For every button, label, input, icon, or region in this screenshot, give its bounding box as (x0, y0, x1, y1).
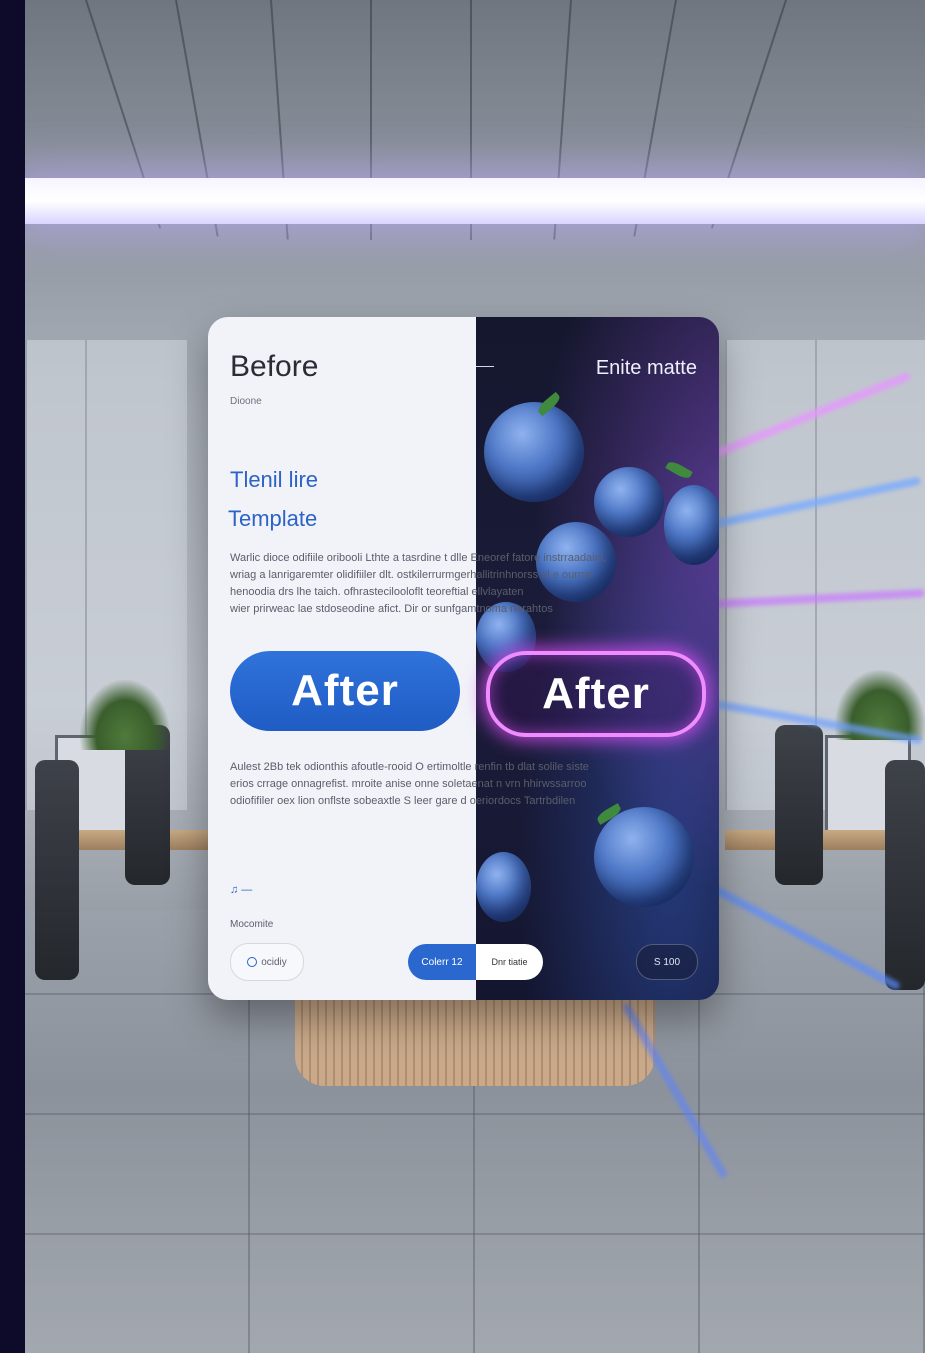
after-button-neon[interactable]: After (486, 651, 706, 737)
chair (775, 725, 823, 885)
paragraph-line: wier prirweac lae stdoseodine afict. Dir… (230, 603, 553, 615)
leaf-image (665, 459, 693, 481)
pedestal (295, 990, 655, 1086)
outline-option-label: ocidiy (261, 956, 287, 968)
after-title: Enite matte (595, 357, 697, 379)
outline-option-button[interactable]: ocidiy (230, 943, 304, 981)
before-subtitle: Dioone (230, 396, 262, 407)
template-heading-line2: Template (228, 506, 318, 531)
paragraph-line: Aulest 2Bb tek odionthis afoutle-rooid O… (230, 761, 589, 773)
blueberry-image (594, 807, 694, 907)
plant (80, 680, 170, 750)
secondary-paragraph: Aulest 2Bb tek odionthis afoutle-rooid O… (230, 759, 690, 810)
paragraph-line: Warlic dioce odifiile oribooli Lthte a t… (230, 552, 607, 564)
before-title: Before (230, 350, 319, 383)
ceiling-light (25, 178, 925, 224)
after-button-flat[interactable]: After (230, 651, 460, 731)
title-divider (476, 366, 494, 367)
split-button-right[interactable]: Dnr tiatie (476, 944, 543, 980)
before-after-card: Before Dioone Tlenil lire Template ♫ — M… (208, 317, 719, 1000)
paragraph-line: odiofifiler oex lion onflste sobeaxtle S… (230, 795, 576, 807)
before-footer-label: Mocomite (230, 919, 274, 930)
chair (885, 760, 925, 990)
template-heading-line1: Tlenil lire (230, 467, 319, 492)
dark-action-button[interactable]: S 100 (636, 944, 698, 980)
paragraph-line: henoodia drs lhe taich. ofhrasteciloolof… (230, 586, 524, 598)
paragraph-line: wriag a lanrigaremter olidifiiler dlt. o… (230, 569, 592, 581)
blueberry-image (484, 402, 584, 502)
description-paragraph: Warlic dioce odifiile oribooli Lthte a t… (230, 550, 690, 618)
before-panel: Before Dioone Tlenil lire Template ♫ — M… (208, 317, 476, 1000)
split-action-button[interactable]: Colerr 12 Dnr tiatie (408, 944, 543, 980)
split-button-left[interactable]: Colerr 12 (408, 944, 476, 980)
blueberry-image (476, 852, 531, 922)
speaker-icon: ♫ — (230, 884, 253, 896)
blueberry-image (594, 467, 664, 537)
paragraph-line: erios crrage onnagrefist. mroite anise o… (230, 778, 587, 790)
chair (35, 760, 79, 980)
radio-icon (247, 957, 258, 967)
